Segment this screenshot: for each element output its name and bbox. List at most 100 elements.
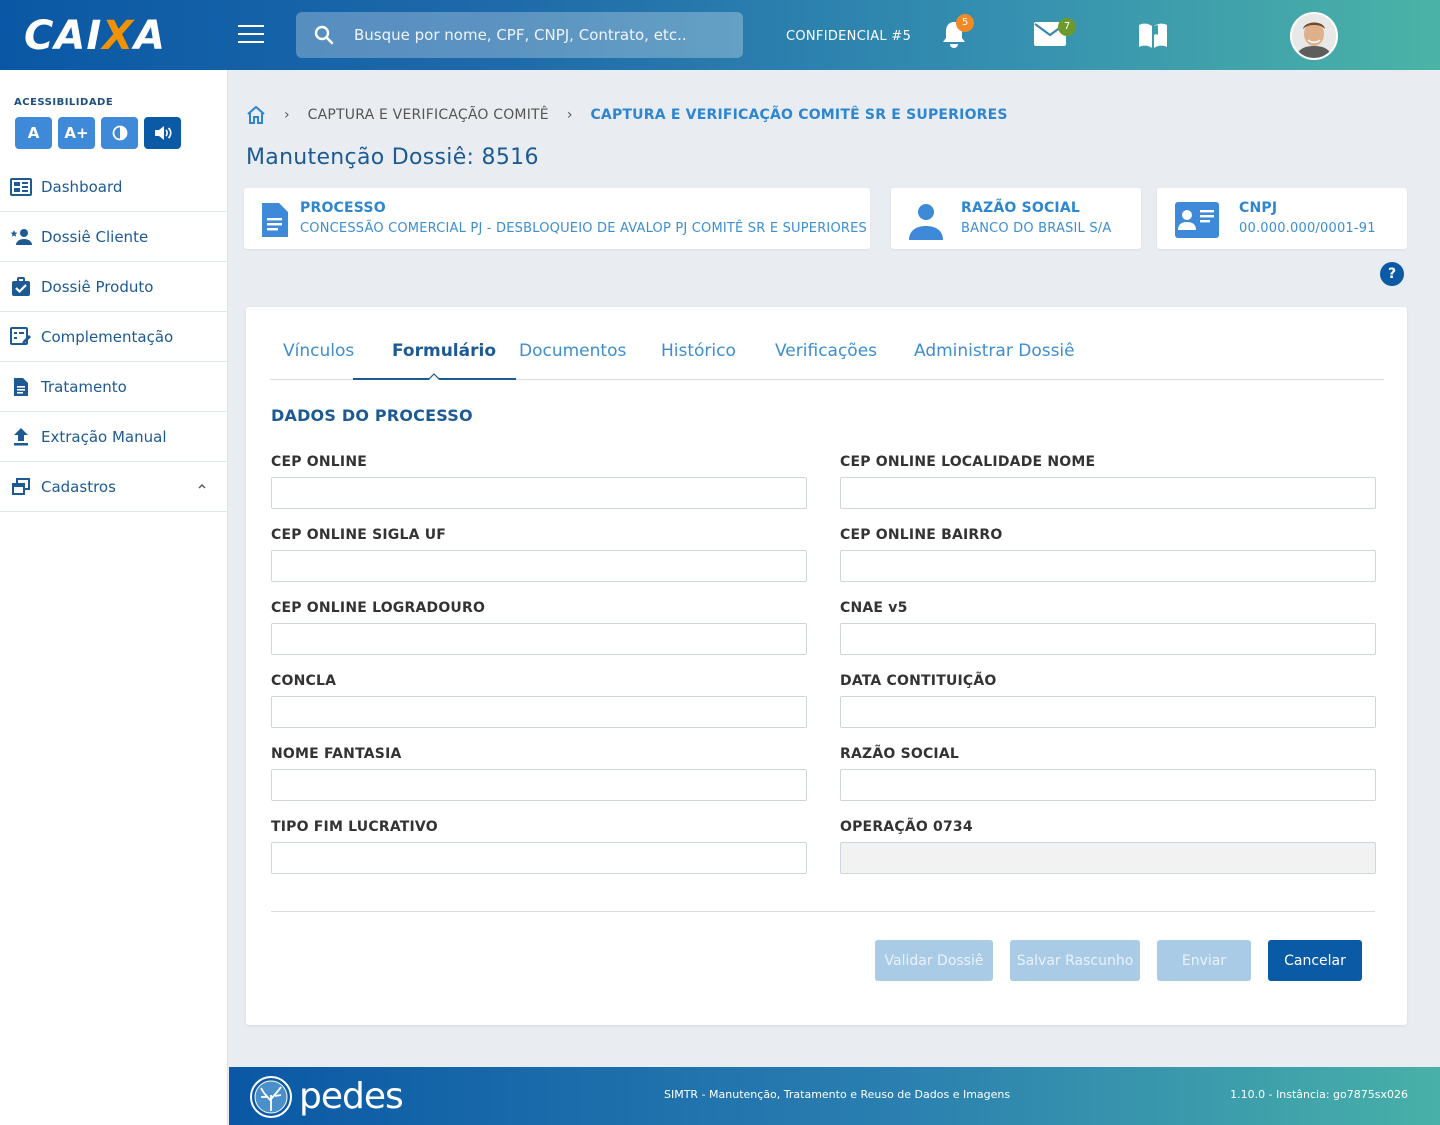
- sidebar-item-dashboard[interactable]: Dashboard: [0, 162, 228, 212]
- field-cep-online: CEP ONLINE: [271, 454, 807, 509]
- field-tipo-fim-lucrativo: TIPO FIM LUCRATIVO: [271, 819, 807, 874]
- field-cep-online-sigla-uf: CEP ONLINE SIGLA UF: [271, 527, 807, 582]
- tab-verificacoes[interactable]: Verificações: [775, 341, 877, 361]
- sidebar-item-label: Dossiê Cliente: [41, 227, 149, 246]
- sidebar-item-dossie-cliente[interactable]: Dossiê Cliente: [0, 212, 228, 262]
- home-icon[interactable]: [246, 105, 266, 125]
- field-label: CNAE v5: [840, 600, 908, 616]
- field-operacao-0734: OPERAÇÃO 0734: [840, 819, 1376, 874]
- field-label: CEP ONLINE BAIRRO: [840, 527, 1003, 543]
- field-label: CEP ONLINE: [271, 454, 368, 470]
- tab-historico[interactable]: Histórico: [661, 341, 736, 361]
- field-label: CONCLA: [271, 673, 337, 689]
- process-label: PROCESSO: [300, 200, 386, 216]
- product-icon: [10, 276, 32, 297]
- breadcrumb-separator: ›: [566, 107, 573, 123]
- tab-vinculos[interactable]: Vínculos: [283, 341, 354, 361]
- audio-button[interactable]: [144, 117, 181, 149]
- cnae-v5-input[interactable]: [840, 623, 1376, 655]
- cep-online-input[interactable]: [271, 477, 807, 509]
- sidebar-item-label: Extração Manual: [41, 427, 167, 446]
- client-icon: [10, 227, 32, 247]
- font-increase-button[interactable]: A+: [58, 117, 95, 149]
- send-button[interactable]: Enviar: [1157, 940, 1251, 981]
- search-bar: [296, 12, 743, 58]
- razao-social-input[interactable]: [840, 769, 1376, 801]
- manual-button[interactable]: [1137, 21, 1169, 53]
- concla-input[interactable]: [271, 696, 807, 728]
- search-input[interactable]: [354, 12, 734, 58]
- cancel-button[interactable]: Cancelar: [1268, 940, 1362, 981]
- contrast-icon: [112, 125, 127, 141]
- sidebar-item-complementacao[interactable]: Complementação: [0, 312, 228, 362]
- tab-formulario[interactable]: Formulário: [392, 341, 496, 361]
- contrast-button[interactable]: [101, 117, 138, 149]
- sidebar-item-cadastros[interactable]: Cadastros: [0, 462, 228, 512]
- messages-button[interactable]: 7: [1034, 18, 1076, 50]
- chevron-up-icon: [198, 484, 206, 489]
- cep-online-sigla-uf-input[interactable]: [271, 550, 807, 582]
- field-label: RAZÃO SOCIAL: [840, 746, 960, 762]
- cep-online-localidade-input[interactable]: [840, 477, 1376, 509]
- speaker-icon: [154, 126, 172, 140]
- field-nome-fantasia: NOME FANTASIA: [271, 746, 807, 801]
- sidebar-item-extracao-manual[interactable]: Extração Manual: [0, 412, 228, 462]
- sidebar-item-label: Dashboard: [41, 177, 123, 196]
- confidential-label: CONFIDENCIAL #5: [786, 29, 912, 44]
- accessibility-buttons: A A+: [15, 117, 181, 149]
- top-header: CAIXA CONFIDENCIAL #5 5 7: [0, 0, 1440, 70]
- field-concla: CONCLA: [271, 673, 807, 728]
- form-panel: Vínculos Formulário Documentos Histórico…: [246, 307, 1407, 1025]
- tree-emblem-icon: [250, 1076, 292, 1118]
- field-cep-online-bairro: CEP ONLINE BAIRRO: [840, 527, 1376, 582]
- font-normal-button[interactable]: A: [15, 117, 52, 149]
- version-info: 1.10.0 - Instância: go7875sx026: [1230, 1088, 1408, 1101]
- validate-dossier-button[interactable]: Validar Dossiê: [875, 940, 993, 981]
- cnpj-card: CNPJ 00.000.000/0001-91: [1157, 188, 1407, 249]
- sidebar-item-dossie-produto[interactable]: Dossiê Produto: [0, 262, 228, 312]
- side-nav: Dashboard Dossiê Cliente Dossiê Produto …: [0, 162, 228, 512]
- field-cep-online-logradouro: CEP ONLINE LOGRADOURO: [271, 600, 807, 655]
- messages-badge: 7: [1058, 18, 1076, 36]
- complement-icon: [10, 326, 32, 347]
- hamburger-menu-icon[interactable]: [238, 25, 264, 45]
- field-label: CEP ONLINE SIGLA UF: [271, 527, 447, 543]
- tab-documentos[interactable]: Documentos: [519, 341, 626, 361]
- field-label: CEP ONLINE LOCALIDADE NOME: [840, 454, 1096, 470]
- breadcrumb: › CAPTURA E VERIFICAÇÃO COMITÊ › CAPTURA…: [246, 104, 1008, 126]
- tab-administrar-dossie[interactable]: Administrar Dossiê: [914, 341, 1075, 361]
- process-value: CONCESSÃO COMERCIAL PJ - DESBLOQUEIO DE …: [300, 221, 867, 236]
- search-icon: [314, 25, 334, 45]
- process-card: PROCESSO CONCESSÃO COMERCIAL PJ - DESBLO…: [244, 188, 870, 249]
- sidebar-item-label: Tratamento: [41, 377, 127, 396]
- form-divider: [271, 911, 1375, 912]
- sidebar-item-label: Dossiê Produto: [41, 277, 154, 296]
- field-razao-social: RAZÃO SOCIAL: [840, 746, 1376, 801]
- active-tab-caret-icon: [428, 373, 440, 380]
- save-draft-button[interactable]: Salvar Rascunho: [1010, 940, 1140, 981]
- field-data-constituicao: DATA CONTITUIÇÃO: [840, 673, 1376, 728]
- tab-bar: Vínculos Formulário Documentos Histórico…: [270, 341, 1384, 380]
- notifications-badge: 5: [956, 14, 974, 32]
- pedes-logo: pedes: [249, 1075, 404, 1119]
- user-avatar[interactable]: [1290, 12, 1338, 60]
- field-label: CEP ONLINE LOGRADOURO: [271, 600, 486, 616]
- document-icon: [10, 377, 32, 397]
- data-constituicao-input[interactable]: [840, 696, 1376, 728]
- system-name: SIMTR - Manutenção, Tratamento e Reuso d…: [664, 1088, 1011, 1101]
- tipo-fim-lucrativo-input[interactable]: [271, 842, 807, 874]
- breadcrumb-item[interactable]: CAPTURA E VERIFICAÇÃO COMITÊ: [308, 107, 549, 123]
- field-cnae-v5: CNAE v5: [840, 600, 1376, 655]
- cep-online-bairro-input[interactable]: [840, 550, 1376, 582]
- windows-icon: [10, 477, 32, 497]
- sidebar-item-tratamento[interactable]: Tratamento: [0, 362, 228, 412]
- section-title: DADOS DO PROCESSO: [271, 406, 473, 425]
- cnpj-label: CNPJ: [1239, 200, 1278, 216]
- caixa-logo[interactable]: CAIXA: [24, 14, 166, 58]
- help-button[interactable]: ?: [1380, 262, 1404, 286]
- user-photo-icon: [1292, 14, 1336, 58]
- notifications-button[interactable]: 5: [940, 14, 974, 54]
- sidebar: ACESSIBILIDADE A A+ Dashboard Dossiê Cli…: [0, 70, 228, 1125]
- nome-fantasia-input[interactable]: [271, 769, 807, 801]
- cep-online-logradouro-input[interactable]: [271, 623, 807, 655]
